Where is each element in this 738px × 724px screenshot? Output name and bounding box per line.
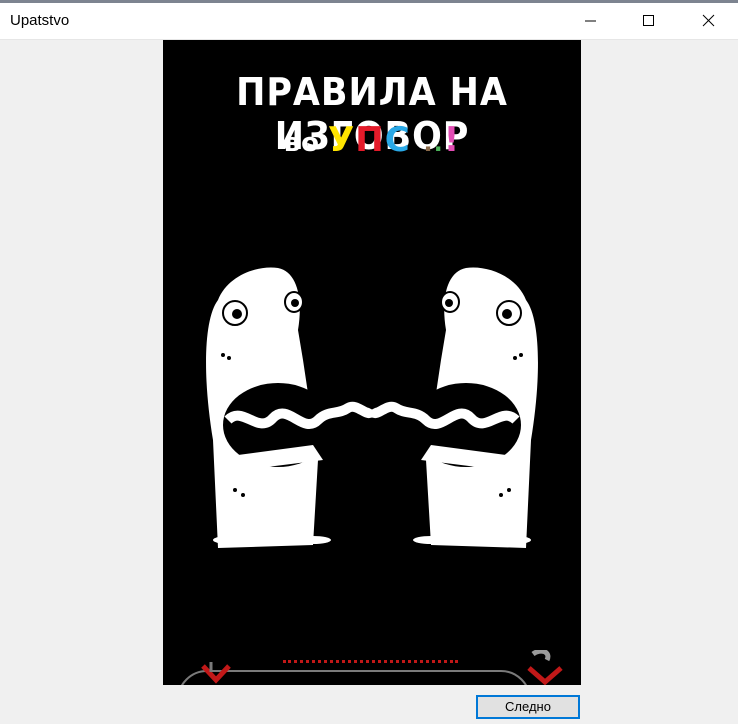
logo-bang: ! (443, 120, 461, 160)
close-button[interactable] (680, 3, 738, 39)
title-bar[interactable]: Upatstvo (0, 3, 738, 40)
maximize-icon (643, 15, 654, 26)
maximize-button[interactable] (620, 3, 678, 39)
red-arrow-icon (201, 662, 231, 684)
logo-letter-p: П (355, 120, 385, 160)
logo-letter-s: С (384, 120, 411, 160)
next-button[interactable]: Следно (476, 695, 580, 719)
minimize-icon (585, 20, 596, 22)
close-icon (702, 14, 715, 27)
logo-dot-2: . (433, 129, 444, 157)
decorative-red-dashes (283, 660, 458, 669)
right-figure (366, 267, 538, 548)
logo-letter-u: У (328, 120, 356, 160)
minimize-button[interactable] (562, 3, 620, 39)
window-title: Upatstvo (10, 12, 70, 29)
subtitle-prefix: во (283, 128, 321, 158)
left-figure (206, 267, 378, 548)
red-arrow-icon (527, 650, 563, 685)
logo-dot-1: . (423, 129, 434, 157)
shouting-figures-illustration (206, 267, 538, 548)
instructions-image: ПРАВИЛА НА ИЗГОВОР во УПС ..! (163, 40, 581, 685)
rules-subtitle: во УПС ..! (163, 120, 581, 160)
